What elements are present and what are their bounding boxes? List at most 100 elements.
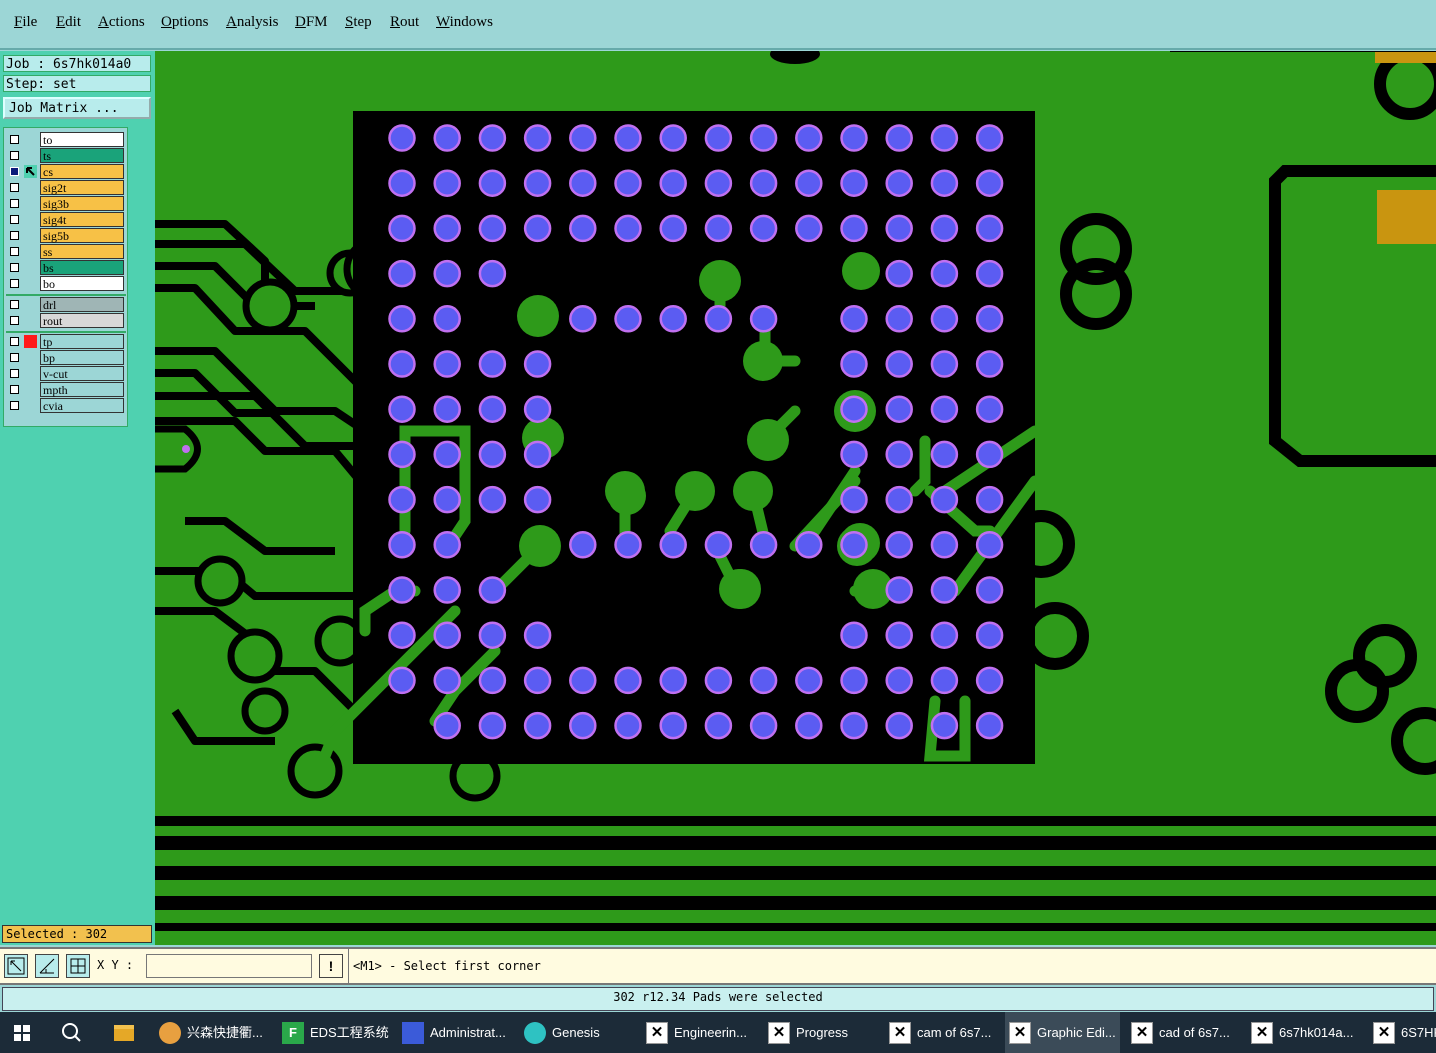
layer-checkbox[interactable] xyxy=(10,369,19,378)
bga-pad xyxy=(930,440,959,469)
layer-name[interactable]: sig4t xyxy=(40,212,124,227)
bga-pad xyxy=(885,531,913,559)
layer-checkbox[interactable] xyxy=(10,199,19,208)
layer-name[interactable]: bo xyxy=(40,276,124,291)
layer-name[interactable]: mpth xyxy=(40,382,124,397)
layer-name[interactable]: cs xyxy=(40,164,124,179)
layer-checkbox[interactable] xyxy=(10,135,19,144)
layer-row-ss[interactable]: ss xyxy=(6,244,126,259)
bga-pad xyxy=(388,169,416,197)
layer-row-cs[interactable]: cs xyxy=(6,164,126,179)
taskbar-app-9[interactable]: ✕ 6s7hk014a... xyxy=(1247,1012,1362,1053)
layer-checkbox[interactable] xyxy=(10,279,19,288)
layer-name[interactable]: ss xyxy=(40,244,124,259)
layer-name[interactable]: tp xyxy=(40,334,124,349)
taskbar-label: cad of 6s7... xyxy=(1159,1025,1230,1040)
warning-button[interactable]: ! xyxy=(319,954,343,978)
layer-checkbox[interactable] xyxy=(10,167,19,176)
menu-dfm[interactable]: DFM xyxy=(295,14,328,31)
layer-row-sig4t[interactable]: sig4t xyxy=(6,212,126,227)
search-icon[interactable] xyxy=(60,1012,86,1053)
layer-name[interactable]: to xyxy=(40,132,124,147)
taskbar-app-6[interactable]: ✕ cam of 6s7... xyxy=(885,1012,1000,1053)
via-land xyxy=(675,471,715,511)
xy-input[interactable] xyxy=(146,954,312,978)
file-explorer-icon[interactable] xyxy=(112,1012,140,1053)
layer-name[interactable]: bs xyxy=(40,260,124,275)
pcb-layout[interactable] xyxy=(155,51,1436,945)
layer-checkbox[interactable] xyxy=(10,300,19,309)
layer-row-sig3b[interactable]: sig3b xyxy=(6,196,126,211)
layer-name[interactable]: sig2t xyxy=(40,180,124,195)
menu-edit[interactable]: Edit xyxy=(56,14,81,31)
taskbar-app-0[interactable]: 兴森快捷衢... xyxy=(155,1012,273,1053)
layer-name[interactable]: v-cut xyxy=(40,366,124,381)
taskbar-app-10[interactable]: ✕ 6S7HK xyxy=(1369,1012,1436,1053)
layer-row-ts[interactable]: ts xyxy=(6,148,126,163)
menu-analysis[interactable]: Analysis xyxy=(226,14,279,31)
layer-row-bp[interactable]: bp xyxy=(6,350,126,365)
bga-pad xyxy=(840,531,868,559)
layer-checkbox[interactable] xyxy=(10,151,19,160)
layer-row-mpth[interactable]: mpth xyxy=(6,382,126,397)
bga-pad xyxy=(840,350,868,378)
step-name: Step: set xyxy=(3,75,151,92)
measure-icon[interactable] xyxy=(35,954,59,978)
menu-windows[interactable]: Windows xyxy=(436,14,493,31)
shell-app-icon xyxy=(159,1021,181,1044)
layer-name[interactable]: sig5b xyxy=(40,228,124,243)
layer-name[interactable]: ts xyxy=(40,148,124,163)
snap-grid-icon[interactable] xyxy=(66,954,90,978)
layer-name[interactable]: sig3b xyxy=(40,196,124,211)
eds-app-icon: F xyxy=(282,1021,304,1044)
layer-checkbox[interactable] xyxy=(10,215,19,224)
layer-row-tp[interactable]: tp xyxy=(6,334,126,349)
bga-pad xyxy=(930,531,959,559)
layer-name[interactable]: cvia xyxy=(40,398,124,413)
bga-pad xyxy=(975,350,1004,378)
zoom-window-icon[interactable] xyxy=(4,954,28,978)
bga-pad xyxy=(614,666,642,695)
taskbar-app-8[interactable]: ✕ cad of 6s7... xyxy=(1127,1012,1242,1053)
via-land xyxy=(519,525,561,567)
bga-pad xyxy=(614,711,642,740)
taskbar-app-2[interactable]: Administrat... xyxy=(398,1012,515,1053)
bga-pad xyxy=(975,395,1004,423)
layer-row-cvia[interactable]: cvia xyxy=(6,398,126,413)
taskbar-app-5[interactable]: ✕ Progress xyxy=(764,1012,879,1053)
layer-row-rout[interactable]: rout xyxy=(6,313,126,328)
menu-step[interactable]: Step xyxy=(345,14,372,31)
windows-start-icon[interactable] xyxy=(12,1012,36,1053)
layer-name[interactable]: bp xyxy=(40,350,124,365)
menu-options[interactable]: Options xyxy=(161,14,209,31)
layer-checkbox[interactable] xyxy=(10,231,19,240)
layer-checkbox[interactable] xyxy=(10,247,19,256)
job-matrix-button[interactable]: Job Matrix ... xyxy=(3,97,151,119)
taskbar-app-7[interactable]: ✕ Graphic Edi... xyxy=(1005,1012,1120,1053)
layer-checkbox[interactable] xyxy=(10,401,19,410)
layer-name[interactable]: rout xyxy=(40,313,124,328)
layer-row-bs[interactable]: bs xyxy=(6,260,126,275)
layer-row-sig5b[interactable]: sig5b xyxy=(6,228,126,243)
taskbar-app-1[interactable]: F EDS工程系统 xyxy=(278,1012,393,1053)
layer-row-to[interactable]: to xyxy=(6,132,126,147)
layer-name[interactable]: drl xyxy=(40,297,124,312)
menu-file[interactable]: File xyxy=(14,14,37,31)
layer-checkbox[interactable] xyxy=(10,263,19,272)
layer-row-sig2t[interactable]: sig2t xyxy=(6,180,126,195)
layer-checkbox[interactable] xyxy=(10,337,19,346)
bga-pad xyxy=(930,169,959,197)
layer-row-v-cut[interactable]: v-cut xyxy=(6,366,126,381)
taskbar-app-3[interactable]: Genesis xyxy=(520,1012,635,1053)
layer-checkbox[interactable] xyxy=(10,353,19,362)
layer-row-bo[interactable]: bo xyxy=(6,276,126,291)
graphic-canvas[interactable] xyxy=(155,51,1436,945)
taskbar-app-4[interactable]: ✕ Engineerin... xyxy=(642,1012,759,1053)
layer-checkbox[interactable] xyxy=(10,183,19,192)
layer-checkbox[interactable] xyxy=(10,316,19,325)
menu-actions[interactable]: Actions xyxy=(98,14,145,31)
layer-checkbox[interactable] xyxy=(10,385,19,394)
menu-rout[interactable]: Rout xyxy=(390,14,419,31)
layer-row-drl[interactable]: drl xyxy=(6,297,126,312)
bga-pad xyxy=(433,305,461,333)
